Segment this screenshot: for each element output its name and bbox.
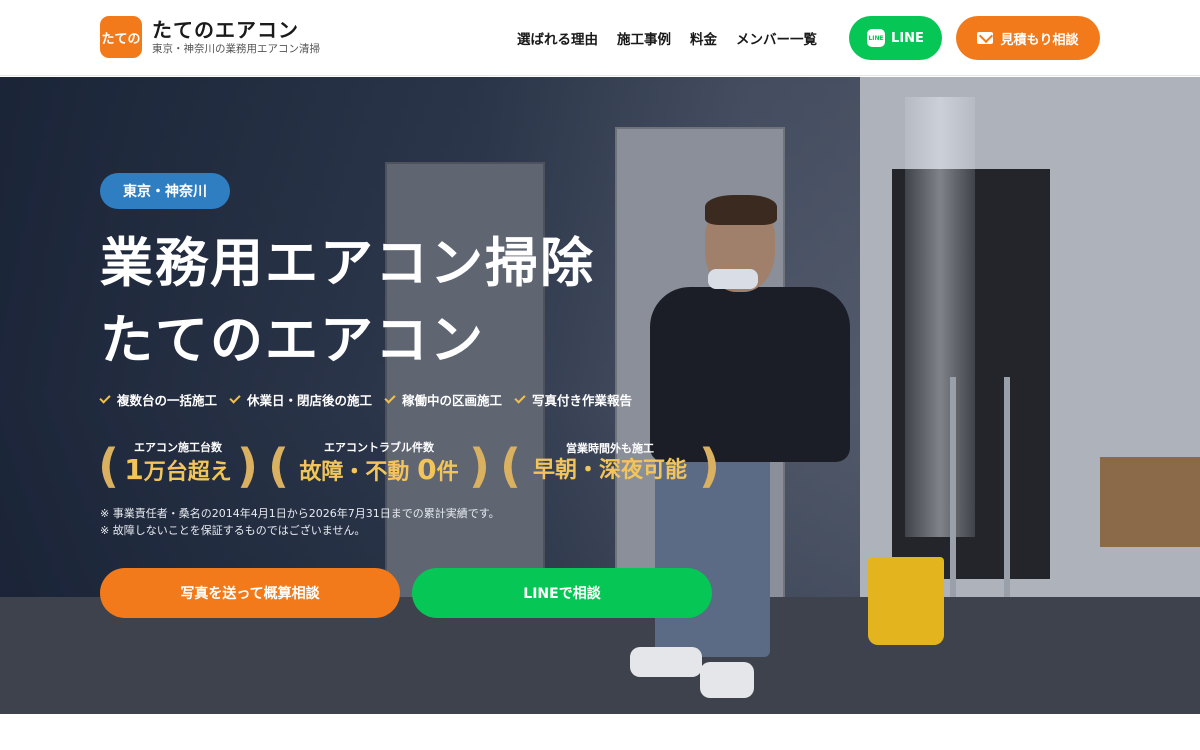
stat-label: 営業時間外も施工 — [566, 442, 654, 455]
feature-item: 稼働中の区画施工 — [384, 390, 503, 409]
logo-name: たてのエアコン — [152, 18, 299, 42]
area-badge: 東京・神奈川 — [100, 173, 230, 209]
photo-estimate-button[interactable]: 写真を送って概算相談 — [100, 568, 400, 618]
laurel-icon: ( — [236, 439, 258, 493]
stat-label: エアコン施工台数 — [134, 440, 222, 454]
bg-ladder — [950, 377, 1010, 597]
header-quote-button[interactable]: 見積もり相談 — [956, 16, 1100, 60]
main-nav: 選ばれる理由 施工事例 料金 メンバー一覧 — [517, 28, 817, 48]
line-consult-button[interactable]: LINEで相談 — [412, 568, 712, 618]
mail-icon — [977, 32, 994, 44]
laurel-icon: ( — [468, 439, 490, 493]
nav-link-members[interactable]: メンバー一覧 — [736, 28, 817, 48]
stat-value: 1万台超え — [124, 452, 232, 486]
bg-box — [1100, 457, 1200, 547]
line-icon: LINE — [867, 29, 886, 47]
check-icon — [229, 392, 241, 404]
feature-item: 写真付き作業報告 — [514, 390, 633, 409]
disclaimer-line: ※ 故障しないことを保証するものではございません。 — [100, 524, 366, 537]
site-logo[interactable]: たての たてのエアコン 東京・神奈川の業務用エアコン清掃 — [100, 16, 320, 58]
feature-label: 稼働中の区画施工 — [402, 393, 503, 408]
header-quote-label: 見積もり相談 — [1000, 32, 1079, 48]
logo-subtitle: 東京・神奈川の業務用エアコン清掃 — [152, 43, 320, 55]
feature-label: 写真付き作業報告 — [532, 393, 633, 408]
feature-item: 休業日・閉店後の施工 — [229, 390, 373, 409]
site-header: たての たてのエアコン 東京・神奈川の業務用エアコン清掃 選ばれる理由 施工事例… — [0, 0, 1200, 76]
bg-bucket — [868, 557, 944, 645]
check-icon — [99, 392, 111, 404]
check-icon — [384, 392, 396, 404]
disclaimer-line: ※ 事業責任者・桑名の2014年4月1日から2026年7月31日までの累計実績で… — [100, 507, 500, 520]
hero-title-line2: たてのエアコン — [100, 310, 485, 371]
stats-row: ( エアコン施工台数 1万台超え ( ( エアコントラブル件数 故障・不動 0件… — [98, 434, 720, 494]
hero-title: 業務用エアコン掃除 たてのエアコン — [100, 225, 595, 379]
feature-list: 複数台の一括施工 休業日・閉店後の施工 稼働中の区画施工 写真付き作業報告 — [99, 390, 633, 409]
laurel-icon: ( — [98, 439, 120, 493]
feature-label: 休業日・閉店後の施工 — [247, 393, 373, 408]
laurel-icon: ( — [500, 439, 522, 493]
check-icon — [514, 392, 526, 404]
nav-link-cases[interactable]: 施工事例 — [617, 28, 671, 48]
header-line-label: LINE — [891, 30, 924, 46]
hero-title-line1: 業務用エアコン掃除 — [100, 233, 595, 294]
stat-value: 早朝・深夜可能 — [532, 458, 687, 483]
feature-item: 複数台の一括施工 — [99, 390, 218, 409]
laurel-icon: ( — [268, 439, 290, 493]
disclaimer-notes: ※ 事業責任者・桑名の2014年4月1日から2026年7月31日までの累計実績で… — [100, 505, 500, 539]
hero-content: 東京・神奈川 業務用エアコン掃除 たてのエアコン 複数台の一括施工 休業日・閉店… — [98, 77, 740, 714]
feature-label: 複数台の一括施工 — [117, 393, 218, 408]
stat-units: ( エアコン施工台数 1万台超え ( — [98, 434, 258, 494]
hero-section: 東京・神奈川 業務用エアコン掃除 たてのエアコン 複数台の一括施工 休業日・閉店… — [0, 77, 1200, 714]
laurel-icon: ( — [698, 439, 720, 493]
stat-trouble: ( エアコントラブル件数 故障・不動 0件 ( — [268, 434, 490, 494]
logo-mark: たての — [100, 16, 142, 58]
header-line-button[interactable]: LINE LINE — [849, 16, 942, 60]
nav-link-pricing[interactable]: 料金 — [690, 28, 717, 48]
stat-value: 故障・不動 0件 — [299, 452, 459, 486]
nav-link-reasons[interactable]: 選ばれる理由 — [517, 28, 598, 48]
stat-hours: ( 営業時間外も施工 早朝・深夜可能 ( — [500, 434, 720, 494]
logo-text: たてのエアコン 東京・神奈川の業務用エアコン清掃 — [152, 18, 320, 56]
